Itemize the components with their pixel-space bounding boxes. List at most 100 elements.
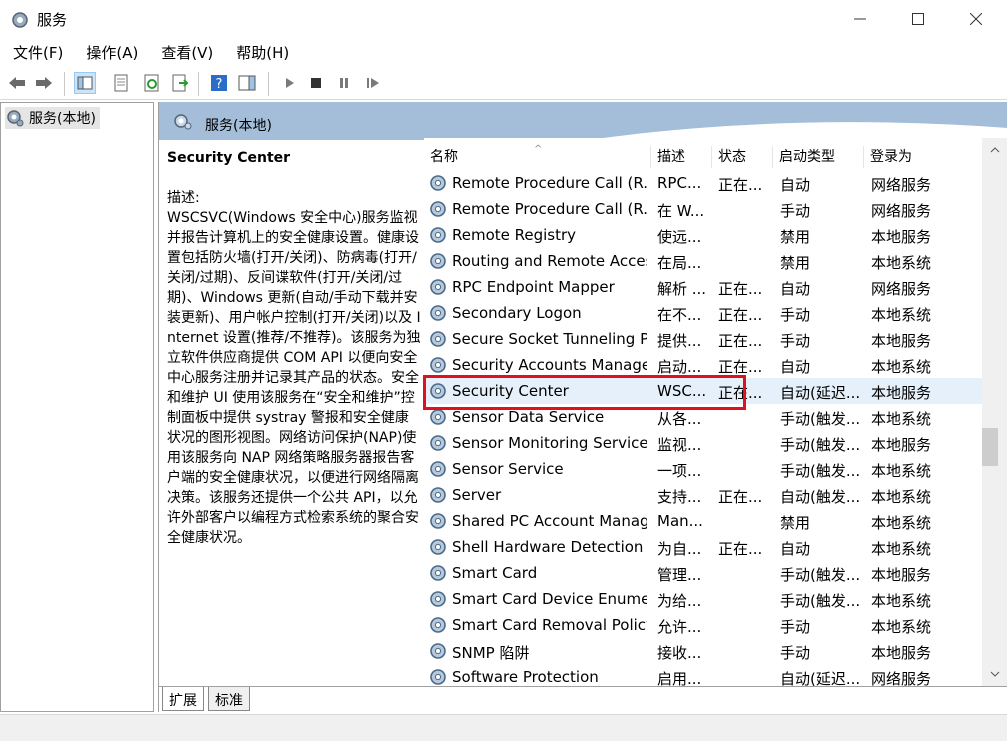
service-row[interactable]: Server 支持... 正在... 自动(触发... 本地系统 [424, 482, 984, 508]
service-startup-type: 自动 [780, 358, 811, 376]
service-row[interactable]: Secure Socket Tunneling P... 提供... 正在... 手动… [424, 326, 984, 352]
service-name: Shell Hardware Detection [452, 538, 644, 556]
scroll-up-button[interactable] [982, 138, 1007, 162]
show-action-pane-button[interactable] [236, 72, 258, 94]
service-gear-icon [428, 433, 448, 453]
service-row[interactable]: Remote Registry 使远... 禁用 本地服务 [424, 222, 984, 248]
service-name: Remote Procedure Call (R... [452, 174, 647, 192]
services-gear-icon [174, 114, 192, 130]
list-header: 名称 ^ 描述 状态 启动类型 登录为 [424, 138, 1007, 173]
help-button[interactable]: ? [208, 72, 230, 94]
service-row[interactable]: Remote Procedure Call (R... RPC... 正在... 自动… [424, 170, 984, 196]
service-row[interactable]: Shell Hardware Detection 为自... 正在... 自动 本地系统 [424, 534, 984, 560]
tab-extended[interactable]: 扩展 [162, 687, 204, 711]
service-startup-type: 手动(触发... [780, 592, 860, 610]
service-status: 正在... [718, 358, 763, 376]
service-logon-as: 网络服务 [871, 280, 932, 298]
minimize-button[interactable] [830, 0, 890, 38]
export-icon [172, 74, 189, 92]
service-name: Smart Card Removal Policy [452, 616, 647, 634]
chevron-up-icon [990, 147, 999, 153]
service-row[interactable]: Sensor Monitoring Service 监视... 手动(触发... 本地… [424, 430, 984, 456]
service-status: 正在... [718, 306, 763, 324]
service-name: Remote Registry [452, 226, 577, 244]
service-startup-type: 自动 [780, 176, 811, 194]
menu-file[interactable]: 文件(F) [0, 38, 73, 66]
service-description: 在 W... [657, 202, 705, 220]
tab-standard[interactable]: 标准 [208, 687, 250, 711]
panel-header: 服务(本地) [159, 102, 1007, 140]
service-description: 监视... [657, 436, 702, 454]
service-row[interactable]: Routing and Remote Access 在局... 禁用 本地系统 [424, 248, 984, 274]
service-logon-as: 本地服务 [871, 228, 932, 246]
export-list-button[interactable] [169, 72, 191, 94]
column-header-status[interactable]: 状态 [712, 146, 773, 168]
service-row[interactable]: RPC Endpoint Mapper 解析 ... 正在... 自动 网络服务 [424, 274, 984, 300]
column-header-startup-type[interactable]: 启动类型 [773, 146, 864, 168]
pause-service-button[interactable] [333, 72, 355, 94]
service-row[interactable]: Sensor Service 一项... 手动(触发... 本地系统 [424, 456, 984, 482]
service-gear-icon [428, 563, 448, 583]
start-service-button[interactable] [278, 72, 300, 94]
service-description: 管理... [657, 566, 702, 584]
service-name: Remote Procedure Call (R... [452, 200, 647, 218]
sort-caret-icon: ^ [534, 144, 543, 155]
service-startup-type: 手动 [780, 332, 811, 350]
service-row[interactable]: Secondary Logon 在不... 正在... 手动 本地系统 [424, 300, 984, 326]
close-icon [970, 13, 982, 25]
service-logon-as: 本地系统 [871, 540, 932, 558]
status-bar [0, 714, 1007, 741]
service-gear-icon [428, 329, 448, 349]
column-header-name[interactable]: 名称 ^ [424, 144, 651, 168]
service-gear-icon [428, 589, 448, 609]
column-header-logon-as[interactable]: 登录为 [864, 146, 984, 168]
close-button[interactable] [946, 0, 1006, 38]
service-name: Sensor Data Service [452, 408, 605, 426]
restart-service-button[interactable] [362, 72, 384, 94]
service-description: 一项... [657, 462, 702, 480]
service-description-pane: Security Center 描述: WSCSVC(Windows 安全中心)… [167, 148, 421, 548]
service-row[interactable]: Software Protection 启用... 自动(延迟... 网络服务 [424, 664, 984, 686]
properties-button[interactable] [110, 72, 132, 94]
scroll-thumb[interactable] [982, 428, 998, 466]
back-button[interactable] [6, 72, 28, 94]
chevron-down-icon [990, 671, 999, 677]
service-gear-icon [428, 303, 448, 323]
service-gear-icon [428, 667, 448, 686]
selection-highlight-annotation [423, 375, 746, 410]
service-logon-as: 本地系统 [871, 358, 932, 376]
column-header-description[interactable]: 描述 [651, 146, 712, 168]
help-icon: ? [211, 75, 227, 92]
service-name: Software Protection [452, 668, 599, 686]
maximize-icon [912, 13, 924, 25]
menu-view[interactable]: 查看(V) [148, 38, 223, 66]
service-row[interactable]: SNMP 陷阱 接收... 手动 本地服务 [424, 638, 984, 664]
tree-item-services-local[interactable]: 服务(本地) [5, 107, 100, 129]
service-row[interactable]: Smart Card 管理... 手动(触发... 本地服务 [424, 560, 984, 586]
menu-help[interactable]: 帮助(H) [223, 38, 299, 66]
stop-service-button[interactable] [305, 72, 327, 94]
service-logon-as: 本地系统 [871, 488, 932, 506]
play-icon [286, 78, 294, 88]
service-row[interactable]: Shared PC Account Manager Man... 禁用 本地系统 [424, 508, 984, 534]
selected-service-title: Security Center [167, 150, 291, 166]
service-logon-as: 本地服务 [871, 332, 932, 350]
service-row[interactable]: Smart Card Device Enumer... 为给... 手动(触发...… [424, 586, 984, 612]
vertical-scrollbar[interactable] [982, 138, 1007, 686]
forward-button[interactable] [33, 72, 55, 94]
services-list: 名称 ^ 描述 状态 启动类型 登录为 Remote Procedure Cal… [424, 138, 1007, 686]
refresh-button[interactable] [141, 72, 163, 94]
pause-icon [340, 78, 348, 88]
service-row[interactable]: Smart Card Removal Policy 允许... 手动 本地系统 [424, 612, 984, 638]
service-startup-type: 自动(触发... [780, 488, 860, 506]
service-description: 在局... [657, 254, 702, 272]
scroll-down-button[interactable] [982, 662, 1007, 686]
maximize-button[interactable] [888, 0, 948, 38]
service-description: 使远... [657, 228, 702, 246]
service-logon-as: 网络服务 [871, 176, 932, 194]
show-console-tree-button[interactable] [74, 72, 96, 94]
menu-bar: 文件(F) 操作(A) 查看(V) 帮助(H) [0, 38, 1007, 66]
service-row[interactable]: Remote Procedure Call (R... 在 W... 手动 网络服务 [424, 196, 984, 222]
toolbar-separator [64, 72, 65, 96]
menu-action[interactable]: 操作(A) [73, 38, 148, 66]
